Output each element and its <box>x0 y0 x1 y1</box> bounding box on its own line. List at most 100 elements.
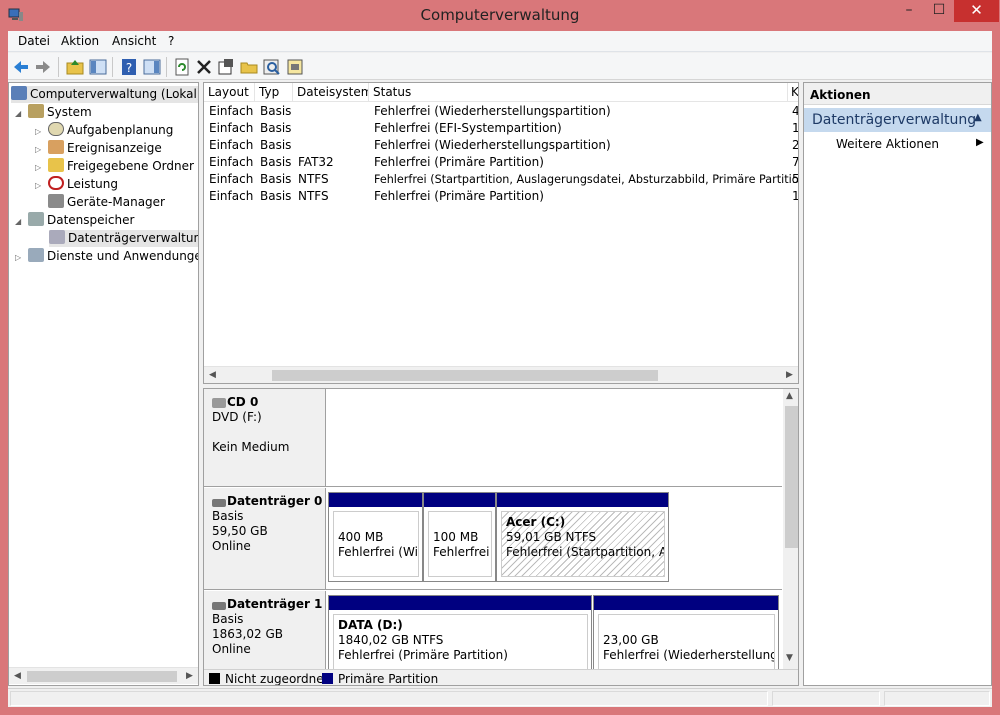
tree-item-services[interactable]: ▷ Dienste und Anwendungen <box>15 248 198 266</box>
menu-help[interactable]: ? <box>168 34 174 48</box>
collapse-arrow-icon[interactable]: ◢ <box>15 105 25 122</box>
more-actions-item[interactable]: Weitere Aktionen ▶ <box>836 137 986 151</box>
list-hscrollbar[interactable]: ◀ ▶ <box>204 366 798 383</box>
disk-management-icon <box>49 230 65 244</box>
tree-item-disk-management[interactable]: Datenträgerverwaltung <box>49 230 198 247</box>
back-icon[interactable] <box>11 57 31 77</box>
tree-item-device-manager[interactable]: Geräte-Manager <box>35 194 165 211</box>
scroll-down-icon[interactable]: ▼ <box>786 653 793 663</box>
table-row[interactable]: Einfach Basis NTFS Fehlerfrei (Primäre Part… <box>204 188 798 205</box>
table-row[interactable]: Einfach Basis NTFS Fehlerfrei (Startpartiti… <box>204 171 798 188</box>
tools-icon <box>28 104 44 118</box>
cell-status: Fehlerfrei (Startpartition, Auslagerungs… <box>374 173 799 186</box>
scroll-right-icon[interactable]: ▶ <box>181 669 198 684</box>
tree-label: System <box>47 105 92 119</box>
show-hide-tree-icon[interactable] <box>88 57 108 77</box>
legend-primary-label: Primäre Partition <box>338 672 439 686</box>
hard-disk-icon <box>212 602 226 610</box>
actions-section-title[interactable]: Datenträgerverwaltung ▲ <box>804 108 991 132</box>
expand-arrow-icon[interactable]: ▷ <box>35 123 45 140</box>
disk-settings-icon[interactable] <box>285 57 305 77</box>
forward-icon[interactable] <box>33 57 53 77</box>
tree-item-shared-folders[interactable]: ▷ Freigegebene Ordner <box>35 158 194 175</box>
table-row[interactable]: Einfach Basis FAT32 Fehlerfrei (Primäre Par… <box>204 154 798 171</box>
cell-layout: Einfach <box>209 104 254 118</box>
graph-vscrollbar[interactable]: ▲ ▼ <box>783 389 798 669</box>
more-actions-label: Weitere Aktionen <box>836 137 939 151</box>
expand-arrow-icon[interactable]: ▷ <box>35 141 45 158</box>
column-status[interactable]: Status <box>369 83 788 102</box>
tree-item-performance[interactable]: ▷ Leistung <box>35 176 118 193</box>
table-row[interactable]: Einfach Basis Fehlerfrei (Wiederherstellun… <box>204 137 798 154</box>
client-area: Datei Aktion Ansicht ? ? Computerverwalt… <box>8 31 992 707</box>
tree-item-event-viewer[interactable]: ▷ Ereignisanzeige <box>35 140 162 157</box>
expand-arrow-icon[interactable]: ▷ <box>15 249 25 266</box>
expand-arrow-icon[interactable]: ▷ <box>35 177 45 194</box>
delete-icon[interactable] <box>194 57 214 77</box>
cell-type: Basis <box>260 155 292 169</box>
disk-state: Online <box>212 539 251 553</box>
partition-status: Fehlerfrei ( <box>433 545 492 559</box>
column-filesystem[interactable]: Dateisystem <box>293 83 369 102</box>
disk-media: Kein Medium <box>212 440 290 454</box>
column-capacity[interactable]: K <box>788 83 798 102</box>
show-hide-action-pane-icon[interactable] <box>142 57 162 77</box>
cell-status: Fehlerfrei (Wiederherstellungspartition) <box>374 104 611 118</box>
submenu-arrow-icon: ▶ <box>976 137 984 148</box>
cell-capacity: 2 <box>792 138 799 152</box>
scroll-left-icon[interactable]: ◀ <box>9 669 26 684</box>
menu-datei[interactable]: Datei <box>18 34 50 48</box>
scroll-right-icon[interactable]: ▶ <box>781 368 798 383</box>
cell-status: Fehlerfrei (Primäre Partition) <box>374 189 544 203</box>
refresh-icon[interactable] <box>172 57 192 77</box>
open-icon[interactable] <box>239 57 259 77</box>
tree-item-task-scheduler[interactable]: ▷ Aufgabenplanung <box>35 122 173 139</box>
cell-layout: Einfach <box>209 172 254 186</box>
partition-status: Fehlerfrei (Primäre Partition) <box>338 648 508 662</box>
tree-item-root[interactable]: Computerverwaltung (Lokal) <box>11 86 199 103</box>
partition-size: 23,00 GB <box>603 633 659 647</box>
cd-drive-icon <box>212 398 226 408</box>
toolbar-separator <box>58 57 59 77</box>
tree-label: Computerverwaltung (Lokal) <box>30 87 199 101</box>
scroll-up-icon[interactable]: ▲ <box>786 391 793 401</box>
disk-row-disk0[interactable]: Datenträger 0 Basis 59,50 GB Online 400 … <box>204 488 782 590</box>
scroll-left-icon[interactable]: ◀ <box>204 368 221 383</box>
cell-layout: Einfach <box>209 121 254 135</box>
close-button[interactable]: ✕ <box>954 0 999 22</box>
scroll-thumb[interactable] <box>785 406 798 548</box>
partition-status: Fehlerfrei (Wiederherstellungspa <box>603 648 774 662</box>
tree-hscrollbar[interactable]: ◀ ▶ <box>9 667 198 684</box>
partition-body: 100 MB Fehlerfrei ( <box>428 511 492 577</box>
column-layout[interactable]: Layout <box>204 83 255 102</box>
menu-aktion[interactable]: Aktion <box>61 34 99 48</box>
properties-icon[interactable] <box>216 57 236 77</box>
up-folder-icon[interactable] <box>65 57 85 77</box>
table-row[interactable]: Einfach Basis Fehlerfrei (Wiederherstellun… <box>204 103 798 120</box>
minimize-button[interactable]: – <box>894 0 924 22</box>
maximize-button[interactable]: ☐ <box>924 0 954 22</box>
disk-row-cd0[interactable]: CD 0 DVD (F:) Kein Medium <box>204 389 782 487</box>
status-segment <box>772 691 880 706</box>
scroll-thumb[interactable] <box>27 671 177 682</box>
cell-layout: Einfach <box>209 155 254 169</box>
cell-capacity: 5 <box>792 172 799 186</box>
help-icon[interactable]: ? <box>119 57 139 77</box>
expand-arrow-icon[interactable]: ▷ <box>35 159 45 176</box>
magnify-icon[interactable] <box>262 57 282 77</box>
collapse-up-icon[interactable]: ▲ <box>974 112 982 123</box>
scroll-thumb[interactable] <box>272 370 658 381</box>
partition-disk0-1[interactable]: 400 MBFehlerfrei (Wiede <box>328 492 423 582</box>
collapse-arrow-icon[interactable]: ◢ <box>15 213 25 230</box>
column-type[interactable]: Typ <box>255 83 293 102</box>
device-manager-icon <box>48 194 64 208</box>
tree-item-storage[interactable]: ◢ Datenspeicher <box>15 212 134 229</box>
partition-disk0-2[interactable]: 100 MB Fehlerfrei ( <box>423 492 496 582</box>
partition-size: 59,01 GB NTFS <box>506 530 597 544</box>
partition-disk0-3[interactable]: Acer (C:) 59,01 GB NTFS Fehlerfrei (Startp… <box>496 492 669 582</box>
event-log-icon <box>48 140 64 154</box>
tree-item-system[interactable]: ◢ System <box>15 104 92 121</box>
menu-ansicht[interactable]: Ansicht <box>112 34 156 48</box>
disk-row-disk1[interactable]: Datenträger 1 Basis 1863,02 GB Online DA… <box>204 591 782 685</box>
table-row[interactable]: Einfach Basis Fehlerfrei (EFI-Systempartit… <box>204 120 798 137</box>
